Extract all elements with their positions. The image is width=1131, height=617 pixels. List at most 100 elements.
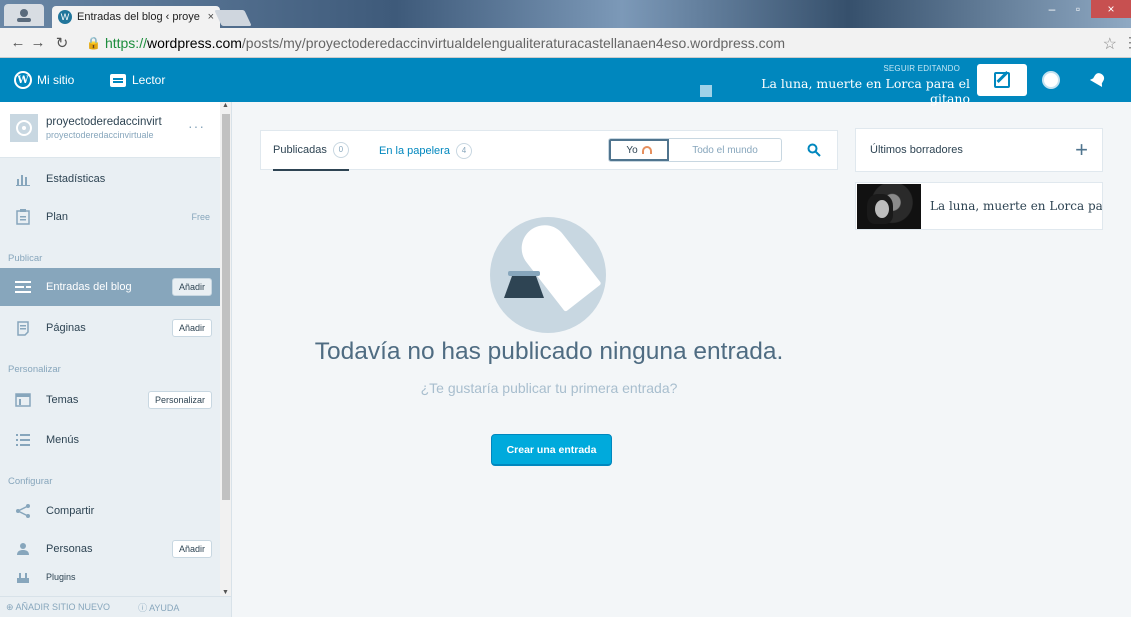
add-page-button[interactable]: Añadir: [171, 319, 212, 337]
sidebar-item-stats[interactable]: Estadísticas: [0, 160, 220, 198]
address-bar[interactable]: 🔒 https://wordpress.com/posts/my/proyect…: [86, 32, 1108, 54]
draft-title: La luna, muerte en Lorca para el gitano: [930, 199, 1102, 213]
search-icon[interactable]: [807, 143, 821, 157]
sidebar-item-plugins[interactable]: Plugins: [0, 568, 220, 596]
notifications-bell-icon[interactable]: [1089, 72, 1106, 88]
wordpress-favicon-icon: W: [58, 10, 72, 24]
sidebar-item-sharing[interactable]: Compartir: [0, 492, 220, 530]
sidebar-item-pages[interactable]: Páginas Añadir: [0, 309, 220, 347]
sidebar-item-label: Páginas: [46, 322, 86, 334]
sidebar-heading-configure: Configurar: [8, 476, 53, 487]
add-draft-plus-icon[interactable]: +: [1075, 137, 1088, 163]
drafts-heading: Últimos borradores: [870, 144, 963, 156]
bookmark-star-icon[interactable]: ☆: [1103, 34, 1117, 54]
sidebar: proyectoderedaccinvirt proyectoderedacci…: [0, 102, 232, 617]
tab-published[interactable]: Publicadas 0: [273, 131, 349, 171]
filter-everyone-button[interactable]: Todo el mundo: [669, 139, 781, 161]
sidebar-item-plan[interactable]: Plan Free: [0, 198, 220, 236]
continue-editing-title: La luna, muerte en Lorca para el gitano: [761, 76, 970, 106]
plugins-icon: [14, 572, 32, 588]
wordpress-logo-icon: W: [14, 71, 32, 89]
sidebar-item-label: Compartir: [46, 505, 95, 517]
draft-thumbnail-icon: [700, 85, 712, 97]
tab-close-icon[interactable]: ×: [208, 11, 214, 23]
url-scheme: https://: [104, 35, 147, 51]
plan-icon: [14, 209, 32, 225]
draft-featured-image: [857, 184, 921, 229]
stats-icon: [14, 171, 32, 187]
browser-user-icon[interactable]: [4, 4, 44, 26]
plan-badge: Free: [191, 212, 210, 222]
new-tab-button[interactable]: [214, 10, 252, 26]
add-post-button[interactable]: Añadir: [171, 278, 212, 296]
inkwell-shape: [504, 271, 544, 299]
sidebar-scrollbar[interactable]: ▲ ▼: [220, 102, 231, 596]
sidebar-item-label: Estadísticas: [46, 173, 106, 185]
my-site-button[interactable]: W Mi sitio: [14, 58, 74, 102]
quill-inkwell-illustration: [490, 217, 606, 333]
sidebar-item-label: Entradas del blog: [46, 281, 132, 293]
reader-icon: [110, 73, 126, 87]
scrollbar-thumb[interactable]: [222, 114, 230, 500]
author-filter-toggle: Yo Todo el mundo: [608, 138, 782, 162]
sidebar-item-posts[interactable]: Entradas del blog Añadir: [0, 268, 220, 306]
create-post-button[interactable]: Crear una entrada: [491, 434, 612, 466]
empty-state-title: Todavía no has publicado ninguna entrada…: [314, 338, 784, 365]
current-site-card[interactable]: proyectoderedaccinvirt proyectoderedacci…: [0, 102, 220, 158]
sidebar-item-menus[interactable]: Menús: [0, 421, 220, 459]
tab-trash-label: En la papelera: [379, 145, 450, 157]
themes-icon: [14, 392, 32, 408]
help-label: AYUDA: [149, 602, 180, 613]
forward-arrow-icon[interactable]: →: [28, 34, 48, 51]
sidebar-item-label: Personas: [46, 543, 93, 555]
scroll-up-icon[interactable]: ▲: [222, 102, 229, 109]
maximize-button[interactable]: ▫: [1065, 0, 1091, 18]
draft-list-item[interactable]: La luna, muerte en Lorca para el gitano: [855, 182, 1103, 230]
browser-menu-icon[interactable]: ⋮: [1123, 34, 1131, 51]
sidebar-item-people[interactable]: Personas Añadir: [0, 530, 220, 568]
window-controls: – ▫ ×: [1039, 0, 1131, 18]
sidebar-item-themes[interactable]: Temas Personalizar: [0, 381, 220, 419]
browser-tab-bar: W Entradas del blog ‹ proye × – ▫ ×: [0, 0, 1131, 28]
tab-published-label: Publicadas: [273, 144, 327, 156]
sidebar-footer: ⊕ AÑADIR SITIO NUEVO ⓘ AYUDA: [0, 596, 231, 617]
me-icon: [641, 146, 652, 154]
write-post-button[interactable]: [977, 64, 1027, 96]
sidebar-heading-personalize: Personalizar: [8, 364, 61, 375]
trash-count-badge: 4: [455, 143, 472, 159]
close-window-button[interactable]: ×: [1091, 0, 1131, 18]
browser-tab[interactable]: W Entradas del blog ‹ proye ×: [52, 6, 220, 28]
browser-toolbar: ← → ↻ 🔒 https://wordpress.com/posts/my/p…: [0, 28, 1131, 58]
site-more-icon[interactable]: ···: [188, 118, 205, 134]
lock-icon: 🔒: [86, 36, 101, 50]
scroll-down-icon[interactable]: ▼: [222, 589, 229, 596]
tab-trash[interactable]: En la papelera 4: [379, 131, 472, 171]
back-arrow-icon[interactable]: ←: [8, 34, 28, 51]
sidebar-item-label: Plugins: [46, 572, 76, 582]
continue-editing-link[interactable]: SEGUIR EDITANDO La luna, muerte en Lorca…: [700, 64, 970, 106]
help-link[interactable]: ⓘ AYUDA: [138, 601, 193, 614]
filter-me-button[interactable]: Yo: [609, 139, 669, 161]
reader-label: Lector: [132, 73, 166, 87]
reload-icon[interactable]: ↻: [52, 34, 72, 52]
my-site-label: Mi sitio: [37, 73, 75, 87]
browser-tab-title: Entradas del blog ‹ proye: [77, 11, 200, 23]
reader-button[interactable]: Lector: [110, 58, 165, 102]
people-icon: [14, 541, 32, 557]
empty-state-subtitle: ¿Te gustaría publicar tu primera entrada…: [420, 380, 678, 396]
site-name: proyectoderedaccinvirt: [46, 116, 162, 128]
customize-button[interactable]: Personalizar: [147, 391, 212, 409]
minimize-button[interactable]: –: [1039, 0, 1065, 18]
sidebar-item-label: Plan: [46, 211, 69, 223]
posts-icon: [14, 279, 32, 295]
avatar[interactable]: [1042, 71, 1060, 89]
sidebar-heading-publish: Publicar: [8, 253, 43, 264]
write-icon: [994, 72, 1010, 88]
add-site-link[interactable]: ⊕ AÑADIR SITIO NUEVO: [6, 602, 124, 613]
filter-me-label: Yo: [626, 144, 638, 156]
continue-editing-label: SEGUIR EDITANDO: [883, 64, 960, 73]
drafts-header: Últimos borradores +: [855, 128, 1103, 172]
url-host: wordpress.com: [146, 35, 242, 51]
sidebar-item-label: Temas: [46, 394, 79, 406]
add-person-button[interactable]: Añadir: [171, 540, 212, 558]
